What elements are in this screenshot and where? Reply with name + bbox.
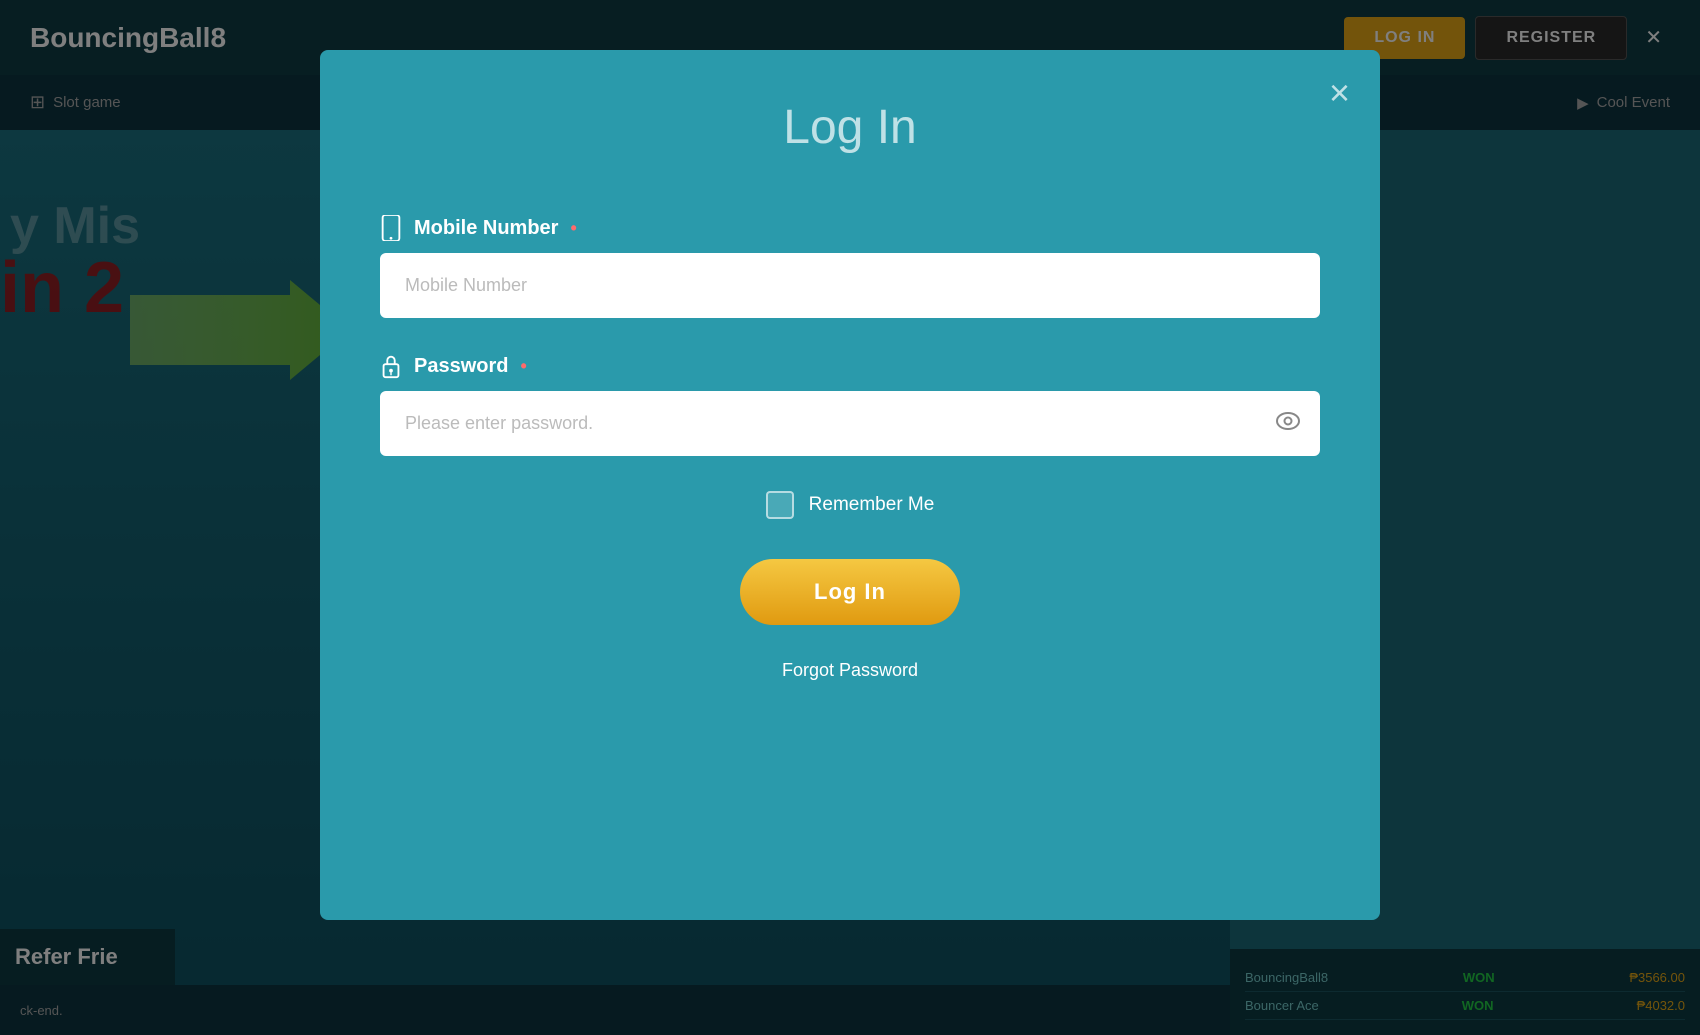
remember-me-label: Remember Me	[809, 494, 935, 516]
lock-icon	[380, 353, 402, 379]
modal-close-button[interactable]: ×	[1329, 75, 1350, 111]
mobile-number-group: Mobile Number •	[380, 215, 1320, 318]
mobile-required-dot: •	[570, 218, 576, 239]
modal-title: Log In	[380, 100, 1320, 155]
remember-me-row: Remember Me	[380, 491, 1320, 519]
phone-icon	[380, 215, 402, 241]
password-wrapper	[380, 391, 1320, 456]
mobile-number-input[interactable]	[380, 253, 1320, 318]
password-required-dot: •	[520, 356, 526, 377]
login-modal: × Log In Mobile Number • Password •	[320, 50, 1380, 920]
remember-me-checkbox[interactable]	[766, 491, 794, 519]
password-group: Password •	[380, 353, 1320, 456]
mobile-number-label: Mobile Number •	[380, 215, 1320, 241]
password-input[interactable]	[380, 391, 1320, 456]
password-label: Password •	[380, 353, 1320, 379]
toggle-password-icon[interactable]	[1276, 412, 1300, 436]
login-submit-button[interactable]: Log In	[740, 559, 960, 625]
forgot-password-link[interactable]: Forgot Password	[380, 660, 1320, 681]
